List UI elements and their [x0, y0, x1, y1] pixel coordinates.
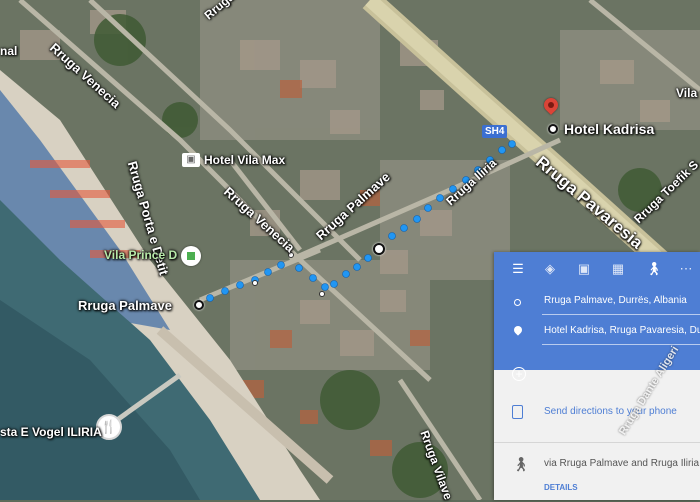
hotel-vila-max-label[interactable]: Hotel Vila Max — [204, 153, 285, 167]
walk-icon[interactable]: 🚶︎ — [644, 259, 664, 279]
hotel-bed-icon[interactable]: ▣ — [182, 153, 200, 167]
walking-route-icon: 🚶︎ — [512, 456, 530, 472]
restaurant-label[interactable]: sta E Vogel ILIRIA — [0, 425, 102, 439]
transit-icon[interactable]: ▦ — [608, 259, 628, 279]
send-directions-link[interactable]: Send directions to your phone — [544, 406, 677, 417]
car-icon[interactable]: ▣ — [574, 259, 594, 279]
origin-label[interactable]: Rruga Palmave — [78, 298, 172, 313]
details-link[interactable]: DETAILS — [544, 483, 578, 492]
drive-best-icon[interactable]: ◈ — [540, 259, 560, 279]
vila-prince-icon[interactable] — [181, 246, 201, 266]
edge-label-top-left: nal — [0, 44, 18, 58]
destination-field[interactable]: Hotel Kadrisa, Rruga Pavaresia, Durrës — [494, 318, 700, 348]
origin-marker[interactable] — [194, 300, 204, 310]
origin-dot-icon — [514, 299, 521, 306]
route-midpoint-marker — [373, 243, 385, 255]
divider — [494, 442, 700, 443]
directions-panel: ☰ ◈ ▣ ▦ 🚶︎ ⋯ Rruga Palmave, Durrës, Alba… — [494, 252, 700, 500]
destination-marker[interactable] — [548, 124, 558, 134]
route-summary: via Rruga Palmave and Rruga Iliria — [544, 458, 700, 469]
origin-underline — [542, 314, 700, 315]
route-option[interactable]: 🚶︎ via Rruga Palmave and Rruga Iliria DE… — [494, 448, 700, 500]
sh4-route-shield: SH4 — [482, 125, 508, 138]
vila-prince-label[interactable]: Vila Prince D — [104, 248, 177, 262]
destination-pin-small-icon — [512, 324, 524, 336]
destination-underline — [542, 344, 700, 345]
hotel-kadrisa-label[interactable]: Hotel Kadrisa — [564, 121, 654, 137]
edge-label-top-right: Vila — [676, 86, 698, 100]
send-directions-row[interactable]: Send directions to your phone — [494, 398, 700, 436]
destination-input[interactable]: Hotel Kadrisa, Rruga Pavaresia, Durrës — [544, 325, 700, 336]
origin-field[interactable]: Rruga Palmave, Durrës, Albania — [494, 288, 700, 318]
travel-mode-bar: ☰ ◈ ▣ ▦ 🚶︎ ⋯ — [494, 257, 700, 281]
more-icon[interactable]: ⋯ — [676, 259, 696, 279]
directions-body: Send directions to your phone 🚶︎ via Rru… — [494, 370, 700, 500]
menu-icon[interactable]: ☰ — [508, 259, 528, 279]
phone-icon — [512, 405, 523, 419]
origin-input[interactable]: Rruga Palmave, Durrës, Albania — [544, 295, 687, 306]
